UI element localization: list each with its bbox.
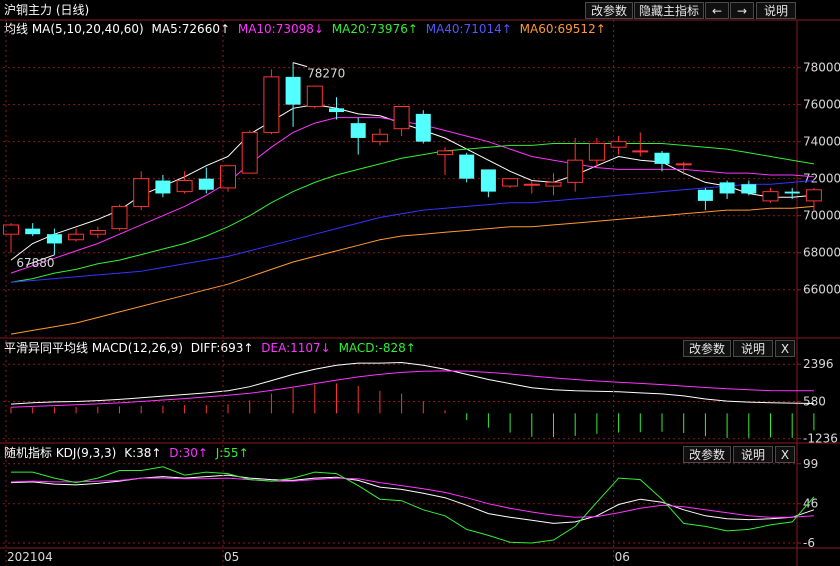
ma60-value: MA60:69512↑ (519, 22, 606, 36)
kdj-y-tick-label: -6 (803, 536, 815, 550)
kdj-j-value: J:55↑ (215, 446, 249, 460)
candle-body-up (675, 163, 692, 166)
kdj-legend: 随机指标 KDJ(9,3,3) K:38↑ D:30↑ J:55↑ (4, 446, 249, 460)
candle-body-up (89, 229, 106, 235)
x-tick-label: 05 (224, 550, 239, 564)
low-annotation: 67880 (16, 256, 54, 270)
candle-body-down (25, 228, 41, 235)
candle-body-down (697, 189, 713, 201)
candle-body-down (155, 180, 171, 194)
main-y-tick-label: 72000 (803, 172, 840, 186)
ma-legend-title: 均线 MA(5,10,20,40,60) (4, 22, 144, 36)
high-annotation: 78270 (307, 67, 345, 81)
main-y-tick-label: 74000 (803, 135, 840, 149)
macd-y-tick-label: 580 (803, 394, 826, 408)
candle-body-down (329, 108, 344, 113)
hide-main-indicator-button[interactable]: 隐藏主指标 (634, 2, 704, 19)
candle-body-up (393, 105, 410, 130)
candle-body-up (545, 181, 562, 187)
candle-body-up (220, 165, 236, 189)
ma40-value: MA40:71014↑ (425, 22, 512, 36)
ma-line-ma20 (10, 143, 814, 283)
main-y-tick-label: 78000 (803, 61, 840, 75)
kdj-help-button[interactable]: 说明 (733, 446, 773, 463)
left-arrow-button[interactable]: ← (705, 2, 729, 19)
ma10-value: MA10:73098↓ (237, 22, 324, 36)
kdj-d-line (10, 477, 814, 518)
help-button[interactable]: 说明 (756, 2, 796, 19)
right-arrow-button[interactable]: → (730, 2, 754, 19)
macd-legend: 平滑异同平均线 MACD(12,26,9) DIFF:693↑ DEA:1107… (4, 341, 416, 355)
main-y-tick-label: 68000 (803, 246, 840, 260)
candle-body-up (176, 180, 193, 193)
ma-line-ma5 (10, 104, 814, 261)
main-y-tick-label: 76000 (803, 98, 840, 112)
candle-body-up (567, 159, 584, 183)
candle-body-up (762, 191, 779, 202)
chart-canvas[interactable]: 66000 68000 70000 72000 74000 76000 78000 78270… (0, 0, 840, 566)
macd-y-tick-label: -1236 (803, 432, 838, 446)
candle-body-up (805, 189, 822, 202)
candle-body-up (306, 85, 323, 107)
candle-body-up (111, 205, 128, 230)
ma-line-ma60 (10, 205, 814, 335)
candle-body-down (415, 113, 431, 142)
candle-body-down (350, 123, 366, 138)
macd-title: 平滑异同平均线 MACD(12,26,9) (4, 341, 183, 355)
candle-body-down (741, 184, 757, 194)
kdj-y-tick-label: 99 (803, 457, 818, 471)
low-pointer (26, 254, 55, 266)
macd-dea-value: DEA:1107↓ (261, 341, 331, 355)
x-tick-label: 06 (615, 550, 630, 564)
macd-y-tick-label: 2396 (803, 357, 834, 371)
macd-close-button[interactable]: X (775, 340, 795, 357)
kdj-close-button[interactable]: X (775, 446, 795, 463)
macd-change-params-button[interactable]: 改参数 (683, 340, 731, 357)
kdj-j-line (11, 466, 815, 544)
main-y-tick-label: 66000 (803, 283, 840, 297)
kdj-change-params-button[interactable]: 改参数 (683, 446, 731, 463)
candle-body-up (588, 143, 605, 161)
high-pointer (292, 62, 308, 68)
candle-body-down (459, 154, 475, 179)
chart-title: 沪铜主力 (日线) (4, 3, 90, 17)
kdj-y-tick-label: 46 (803, 497, 818, 511)
change-params-button[interactable]: 改参数 (585, 2, 633, 19)
candle-body-up (68, 233, 85, 241)
kdj-title: 随机指标 KDJ(9,3,3) (4, 446, 117, 460)
ma5-value: MA5:72660↑ (151, 22, 231, 36)
kdj-k-line (10, 474, 815, 524)
macd-macd-value: MACD:-828↑ (338, 341, 416, 355)
candle-body-up (133, 178, 150, 207)
ma-line-ma10 (10, 117, 814, 274)
ma20-value: MA20:73976↑ (331, 22, 418, 36)
macd-help-button[interactable]: 说明 (733, 340, 773, 357)
macd-diff-value: DIFF:693↑ (190, 341, 254, 355)
candle-body-down (719, 182, 735, 194)
ma-legend: 均线 MA(5,10,20,40,60) MA5:72660↑ MA10:730… (4, 22, 606, 36)
candle-body-up (3, 224, 19, 235)
candle-body-up (610, 141, 627, 148)
candle-body-down (654, 152, 670, 164)
main-y-tick-label: 70000 (803, 209, 840, 223)
macd-dea-line (10, 370, 814, 408)
candle-body-down (285, 76, 301, 105)
candle-body-up (241, 131, 258, 174)
x-tick-label: 202104 (7, 550, 53, 564)
candle-body-up (632, 150, 649, 153)
kdj-k-value: K:38↑ (124, 446, 162, 460)
kdj-d-value: D:30↑ (169, 446, 208, 460)
ma-line-ma40 (10, 180, 814, 283)
candle-body-up (263, 76, 280, 133)
candle-body-up (523, 183, 540, 186)
macd-diff-line (10, 361, 814, 405)
candle-body-up (437, 150, 453, 156)
candle-body-up (502, 178, 519, 187)
candle-body-down (198, 178, 214, 190)
candle-body-up (371, 133, 388, 143)
candle-body-down (46, 234, 62, 244)
candle-body-down (784, 191, 800, 194)
candle-body-down (480, 169, 496, 192)
header-bar: 沪铜主力 (日线) 改参数 隐藏主指标 ← → 说明 (0, 0, 840, 20)
